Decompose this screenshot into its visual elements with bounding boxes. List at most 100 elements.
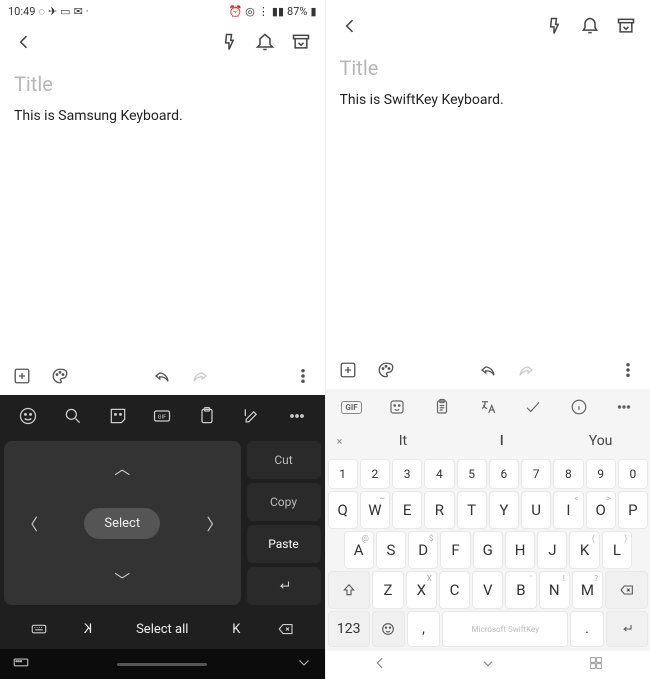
note-text[interactable]: This is SwiftKey Keyboard. [340, 92, 637, 108]
back-button[interactable] [10, 28, 38, 56]
suggestion-close[interactable]: × [326, 435, 354, 448]
key-Z[interactable]: Z [372, 571, 403, 609]
sticker-icon[interactable] [106, 404, 130, 428]
key-3[interactable]: 3 [392, 459, 422, 489]
key-4[interactable]: 4 [424, 459, 454, 489]
shift-key[interactable] [328, 571, 371, 609]
key-N[interactable]: N! [539, 571, 570, 609]
comma-key[interactable]: , [407, 611, 440, 647]
key-V[interactable]: V [472, 571, 503, 609]
undo-button[interactable] [476, 358, 500, 382]
key-M[interactable]: M? [572, 571, 603, 609]
clipboard-icon[interactable] [430, 395, 454, 419]
menu-button[interactable] [291, 364, 315, 388]
mode-key[interactable]: 123 [328, 611, 370, 647]
pin-button[interactable] [215, 28, 243, 56]
key-Q[interactable]: Q [328, 491, 358, 529]
suggestion-3[interactable]: You [551, 433, 650, 449]
text-edit-icon[interactable] [240, 404, 264, 428]
key-W[interactable]: W~ [360, 491, 390, 529]
key-K[interactable]: K( [569, 531, 599, 569]
cursor-down[interactable]: ﹀ [114, 567, 130, 591]
key-2[interactable]: 2 [360, 459, 390, 489]
keyboard-switch-icon[interactable] [14, 620, 63, 638]
key-A[interactable]: A@ [344, 531, 374, 569]
more-icon[interactable] [612, 395, 636, 419]
key-Y[interactable]: Y [489, 491, 519, 529]
menu-button[interactable] [616, 358, 640, 382]
select-button[interactable]: Select [84, 508, 160, 539]
key-B[interactable]: B' [505, 571, 536, 609]
title-placeholder[interactable]: Title [14, 72, 311, 96]
redo-button[interactable] [188, 364, 212, 388]
key-X[interactable]: XX [406, 571, 437, 609]
key-I[interactable]: I< [553, 491, 583, 529]
emoji-key[interactable] [372, 611, 405, 647]
suggestion-2[interactable]: I [452, 433, 551, 449]
backspace-key[interactable] [605, 571, 648, 609]
key-0[interactable]: 0 [618, 459, 648, 489]
key-1[interactable]: 1 [328, 459, 358, 489]
key-9[interactable]: 9 [586, 459, 616, 489]
key-O[interactable]: O> [586, 491, 616, 529]
back-button[interactable] [336, 12, 364, 40]
reminder-button[interactable] [576, 12, 604, 40]
more-icon[interactable] [285, 404, 309, 428]
emoji-icon[interactable] [16, 404, 40, 428]
cursor-left[interactable]: 〈 [22, 511, 38, 535]
sticker-icon[interactable] [385, 395, 409, 419]
key-T[interactable]: T [457, 491, 487, 529]
prev-word-button[interactable]: K [63, 622, 112, 637]
enter-button[interactable] [247, 567, 321, 605]
key-L[interactable]: L) [602, 531, 632, 569]
home-indicator[interactable] [117, 663, 207, 666]
key-G[interactable]: G [473, 531, 503, 569]
next-word-button[interactable]: K [212, 622, 261, 637]
gif-icon[interactable]: GIF [340, 395, 364, 419]
key-U[interactable]: U [521, 491, 551, 529]
undo-button[interactable] [150, 364, 174, 388]
palette-button[interactable] [374, 358, 398, 382]
copy-button[interactable]: Copy [247, 483, 321, 521]
clipboard-icon[interactable] [195, 404, 219, 428]
key-F[interactable]: F [440, 531, 470, 569]
note-body[interactable]: Title This is Samsung Keyboard. [0, 62, 325, 357]
search-icon[interactable] [61, 404, 85, 428]
note-body[interactable]: Title This is SwiftKey Keyboard. [326, 46, 650, 351]
archive-button[interactable] [287, 28, 315, 56]
key-6[interactable]: 6 [489, 459, 519, 489]
note-text[interactable]: This is Samsung Keyboard. [14, 108, 311, 124]
key-E[interactable]: E [392, 491, 422, 529]
hide-keyboard-icon[interactable] [295, 653, 313, 675]
key-R[interactable]: R [424, 491, 454, 529]
space-key[interactable]: Microsoft SwiftKey [442, 611, 568, 647]
redo-button[interactable] [514, 358, 538, 382]
select-all-button[interactable]: Select all [113, 622, 212, 637]
info-icon[interactable] [567, 395, 591, 419]
key-S[interactable]: S [376, 531, 406, 569]
title-placeholder[interactable]: Title [340, 56, 637, 80]
cursor-right[interactable]: 〉 [206, 511, 222, 535]
paste-button[interactable]: Paste [247, 525, 321, 563]
key-C[interactable]: C [439, 571, 470, 609]
enter-key[interactable] [606, 611, 648, 647]
key-5[interactable]: 5 [457, 459, 487, 489]
task-icon[interactable] [521, 395, 545, 419]
backspace-button[interactable] [261, 620, 310, 638]
translate-icon[interactable] [476, 395, 500, 419]
period-key[interactable]: . [570, 611, 603, 647]
reminder-button[interactable] [251, 28, 279, 56]
pin-button[interactable] [540, 12, 568, 40]
cursor-pad[interactable]: ︿ ﹀ 〈 〉 Select [4, 441, 241, 605]
key-J[interactable]: J [537, 531, 567, 569]
cursor-up[interactable]: ︿ [114, 455, 130, 479]
gif-icon[interactable]: GIF [150, 404, 174, 428]
key-H[interactable]: H [505, 531, 535, 569]
back-nav-icon[interactable] [372, 655, 388, 675]
cut-button[interactable]: Cut [247, 441, 321, 479]
add-button[interactable] [10, 364, 34, 388]
palette-button[interactable] [48, 364, 72, 388]
key-8[interactable]: 8 [553, 459, 583, 489]
suggestion-1[interactable]: It [354, 433, 453, 449]
hide-keyboard-icon[interactable] [480, 655, 496, 675]
